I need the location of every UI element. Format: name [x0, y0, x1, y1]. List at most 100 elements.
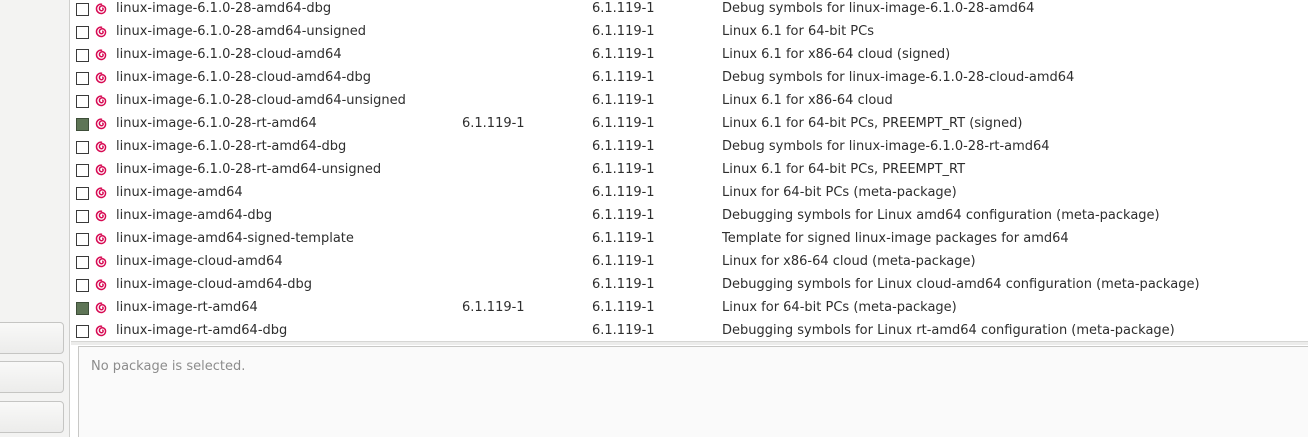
debian-swirl-icon: [95, 164, 107, 176]
package-row[interactable]: linux-image-6.1.0-28-cloud-amd64-unsigne…: [71, 91, 1308, 114]
sidebar-button-1[interactable]: [0, 322, 64, 354]
package-row[interactable]: linux-image-6.1.0-28-cloud-amd64-dbg 6.1.…: [71, 68, 1308, 91]
latest-version: 6.1.119-1: [592, 185, 655, 200]
package-checkbox[interactable]: [76, 302, 89, 315]
latest-version: 6.1.119-1: [592, 47, 655, 62]
latest-version: 6.1.119-1: [592, 323, 655, 338]
debian-swirl-icon: [95, 302, 107, 314]
package-name: linux-image-6.1.0-28-rt-amd64: [116, 116, 317, 131]
package-description: Linux 6.1 for x86-64 cloud: [722, 93, 893, 108]
package-description: Debug symbols for linux-image-6.1.0-28-r…: [722, 139, 1050, 154]
package-row[interactable]: linux-image-amd64-dbg 6.1.119-1 Debugging …: [71, 206, 1308, 229]
latest-version: 6.1.119-1: [592, 1, 655, 16]
package-name: linux-image-amd64-signed-template: [116, 231, 354, 246]
debian-swirl-icon: [95, 72, 107, 84]
package-description: Linux 6.1 for 64-bit PCs: [722, 24, 874, 39]
debian-swirl-icon: [95, 233, 107, 245]
debian-swirl-icon: [95, 95, 107, 107]
details-empty-text: No package is selected.: [91, 359, 246, 374]
latest-version: 6.1.119-1: [592, 116, 655, 131]
package-checkbox[interactable]: [76, 72, 89, 85]
package-description: Debug symbols for linux-image-6.1.0-28-c…: [722, 70, 1075, 85]
package-checkbox[interactable]: [76, 118, 89, 131]
latest-version: 6.1.119-1: [592, 254, 655, 269]
installed-version: 6.1.119-1: [462, 300, 525, 315]
package-description: Debugging symbols for Linux cloud-amd64 …: [722, 277, 1200, 292]
package-row[interactable]: linux-image-6.1.0-28-amd64-dbg 6.1.119-1 D…: [71, 0, 1308, 22]
package-checkbox[interactable]: [76, 325, 89, 338]
package-name: linux-image-6.1.0-28-rt-amd64-dbg: [116, 139, 347, 154]
package-checkbox[interactable]: [76, 49, 89, 62]
package-name: linux-image-cloud-amd64: [116, 254, 283, 269]
package-checkbox[interactable]: [76, 3, 89, 16]
package-row[interactable]: linux-image-amd64 6.1.119-1 Linux for 64-b…: [71, 183, 1308, 206]
package-name: linux-image-6.1.0-28-rt-amd64-unsigned: [116, 162, 382, 177]
package-row[interactable]: linux-image-6.1.0-28-amd64-unsigned 6.1.1…: [71, 22, 1308, 45]
debian-swirl-icon: [95, 256, 107, 268]
package-name: linux-image-6.1.0-28-amd64-unsigned: [116, 24, 366, 39]
package-name: linux-image-6.1.0-28-cloud-amd64: [116, 47, 342, 62]
latest-version: 6.1.119-1: [592, 300, 655, 315]
package-row[interactable]: linux-image-6.1.0-28-rt-amd64 6.1.119-1 6.…: [71, 114, 1308, 137]
installed-version: 6.1.119-1: [462, 116, 525, 131]
package-description: Linux 6.1 for 64-bit PCs, PREEMPT_RT: [722, 162, 966, 177]
package-checkbox[interactable]: [76, 141, 89, 154]
package-name: linux-image-cloud-amd64-dbg: [116, 277, 313, 292]
package-name: linux-image-rt-amd64: [116, 300, 258, 315]
package-row[interactable]: linux-image-cloud-amd64 6.1.119-1 Linux fo…: [71, 252, 1308, 275]
debian-swirl-icon: [95, 187, 107, 199]
debian-swirl-icon: [95, 118, 107, 130]
package-checkbox[interactable]: [76, 187, 89, 200]
latest-version: 6.1.119-1: [592, 93, 655, 108]
package-manager-window: linux-image-6.1.0-28-amd64-dbg 6.1.119-1 D…: [0, 0, 1308, 437]
package-description: Linux for 64-bit PCs (meta-package): [722, 300, 957, 315]
package-row[interactable]: linux-image-6.1.0-28-rt-amd64-dbg 6.1.119…: [71, 137, 1308, 160]
package-name: linux-image-amd64: [116, 185, 243, 200]
package-row[interactable]: linux-image-6.1.0-28-cloud-amd64 6.1.119-…: [71, 45, 1308, 68]
latest-version: 6.1.119-1: [592, 24, 655, 39]
package-checkbox[interactable]: [76, 210, 89, 223]
package-checkbox[interactable]: [76, 233, 89, 246]
package-checkbox[interactable]: [76, 279, 89, 292]
debian-swirl-icon: [95, 3, 107, 15]
package-description: Linux for x86-64 cloud (meta-package): [722, 254, 976, 269]
package-checkbox[interactable]: [76, 95, 89, 108]
package-row[interactable]: linux-image-amd64-signed-template 6.1.119…: [71, 229, 1308, 252]
package-row[interactable]: linux-image-cloud-amd64-dbg 6.1.119-1 Debu…: [71, 275, 1308, 298]
package-row[interactable]: linux-image-rt-amd64 6.1.119-1 6.1.119-1 Li…: [71, 298, 1308, 321]
latest-version: 6.1.119-1: [592, 162, 655, 177]
package-description: Linux 6.1 for 64-bit PCs, PREEMPT_RT (si…: [722, 116, 1023, 131]
latest-version: 6.1.119-1: [592, 139, 655, 154]
package-name: linux-image-6.1.0-28-cloud-amd64-dbg: [116, 70, 372, 85]
package-row[interactable]: linux-image-rt-amd64-dbg 6.1.119-1 Debuggi…: [71, 321, 1308, 341]
debian-swirl-icon: [95, 210, 107, 222]
package-description: Linux for 64-bit PCs (meta-package): [722, 185, 957, 200]
sidebar: [0, 0, 70, 437]
latest-version: 6.1.119-1: [592, 208, 655, 223]
package-checkbox[interactable]: [76, 164, 89, 177]
debian-swirl-icon: [95, 279, 107, 291]
debian-swirl-icon: [95, 26, 107, 38]
debian-swirl-icon: [95, 325, 107, 337]
package-description: Debugging symbols for Linux rt-amd64 con…: [722, 323, 1175, 338]
package-list[interactable]: linux-image-6.1.0-28-amd64-dbg 6.1.119-1 D…: [71, 0, 1308, 341]
pane-resize-handle[interactable]: [71, 341, 1308, 345]
package-description: Debug symbols for linux-image-6.1.0-28-a…: [722, 1, 1035, 16]
sidebar-button-3[interactable]: [0, 401, 64, 433]
package-details-pane: No package is selected.: [78, 346, 1308, 437]
debian-swirl-icon: [95, 49, 107, 61]
package-checkbox[interactable]: [76, 26, 89, 39]
latest-version: 6.1.119-1: [592, 277, 655, 292]
package-name: linux-image-6.1.0-28-cloud-amd64-unsigne…: [116, 93, 406, 108]
latest-version: 6.1.119-1: [592, 231, 655, 246]
package-name: linux-image-amd64-dbg: [116, 208, 273, 223]
package-name: linux-image-6.1.0-28-amd64-dbg: [116, 1, 332, 16]
package-row[interactable]: linux-image-6.1.0-28-rt-amd64-unsigned 6.…: [71, 160, 1308, 183]
package-description: Linux 6.1 for x86-64 cloud (signed): [722, 47, 951, 62]
package-name: linux-image-rt-amd64-dbg: [116, 323, 288, 338]
package-checkbox[interactable]: [76, 256, 89, 269]
debian-swirl-icon: [95, 141, 107, 153]
latest-version: 6.1.119-1: [592, 70, 655, 85]
package-description: Template for signed linux-image packages…: [722, 231, 1069, 246]
sidebar-button-2[interactable]: [0, 361, 64, 393]
